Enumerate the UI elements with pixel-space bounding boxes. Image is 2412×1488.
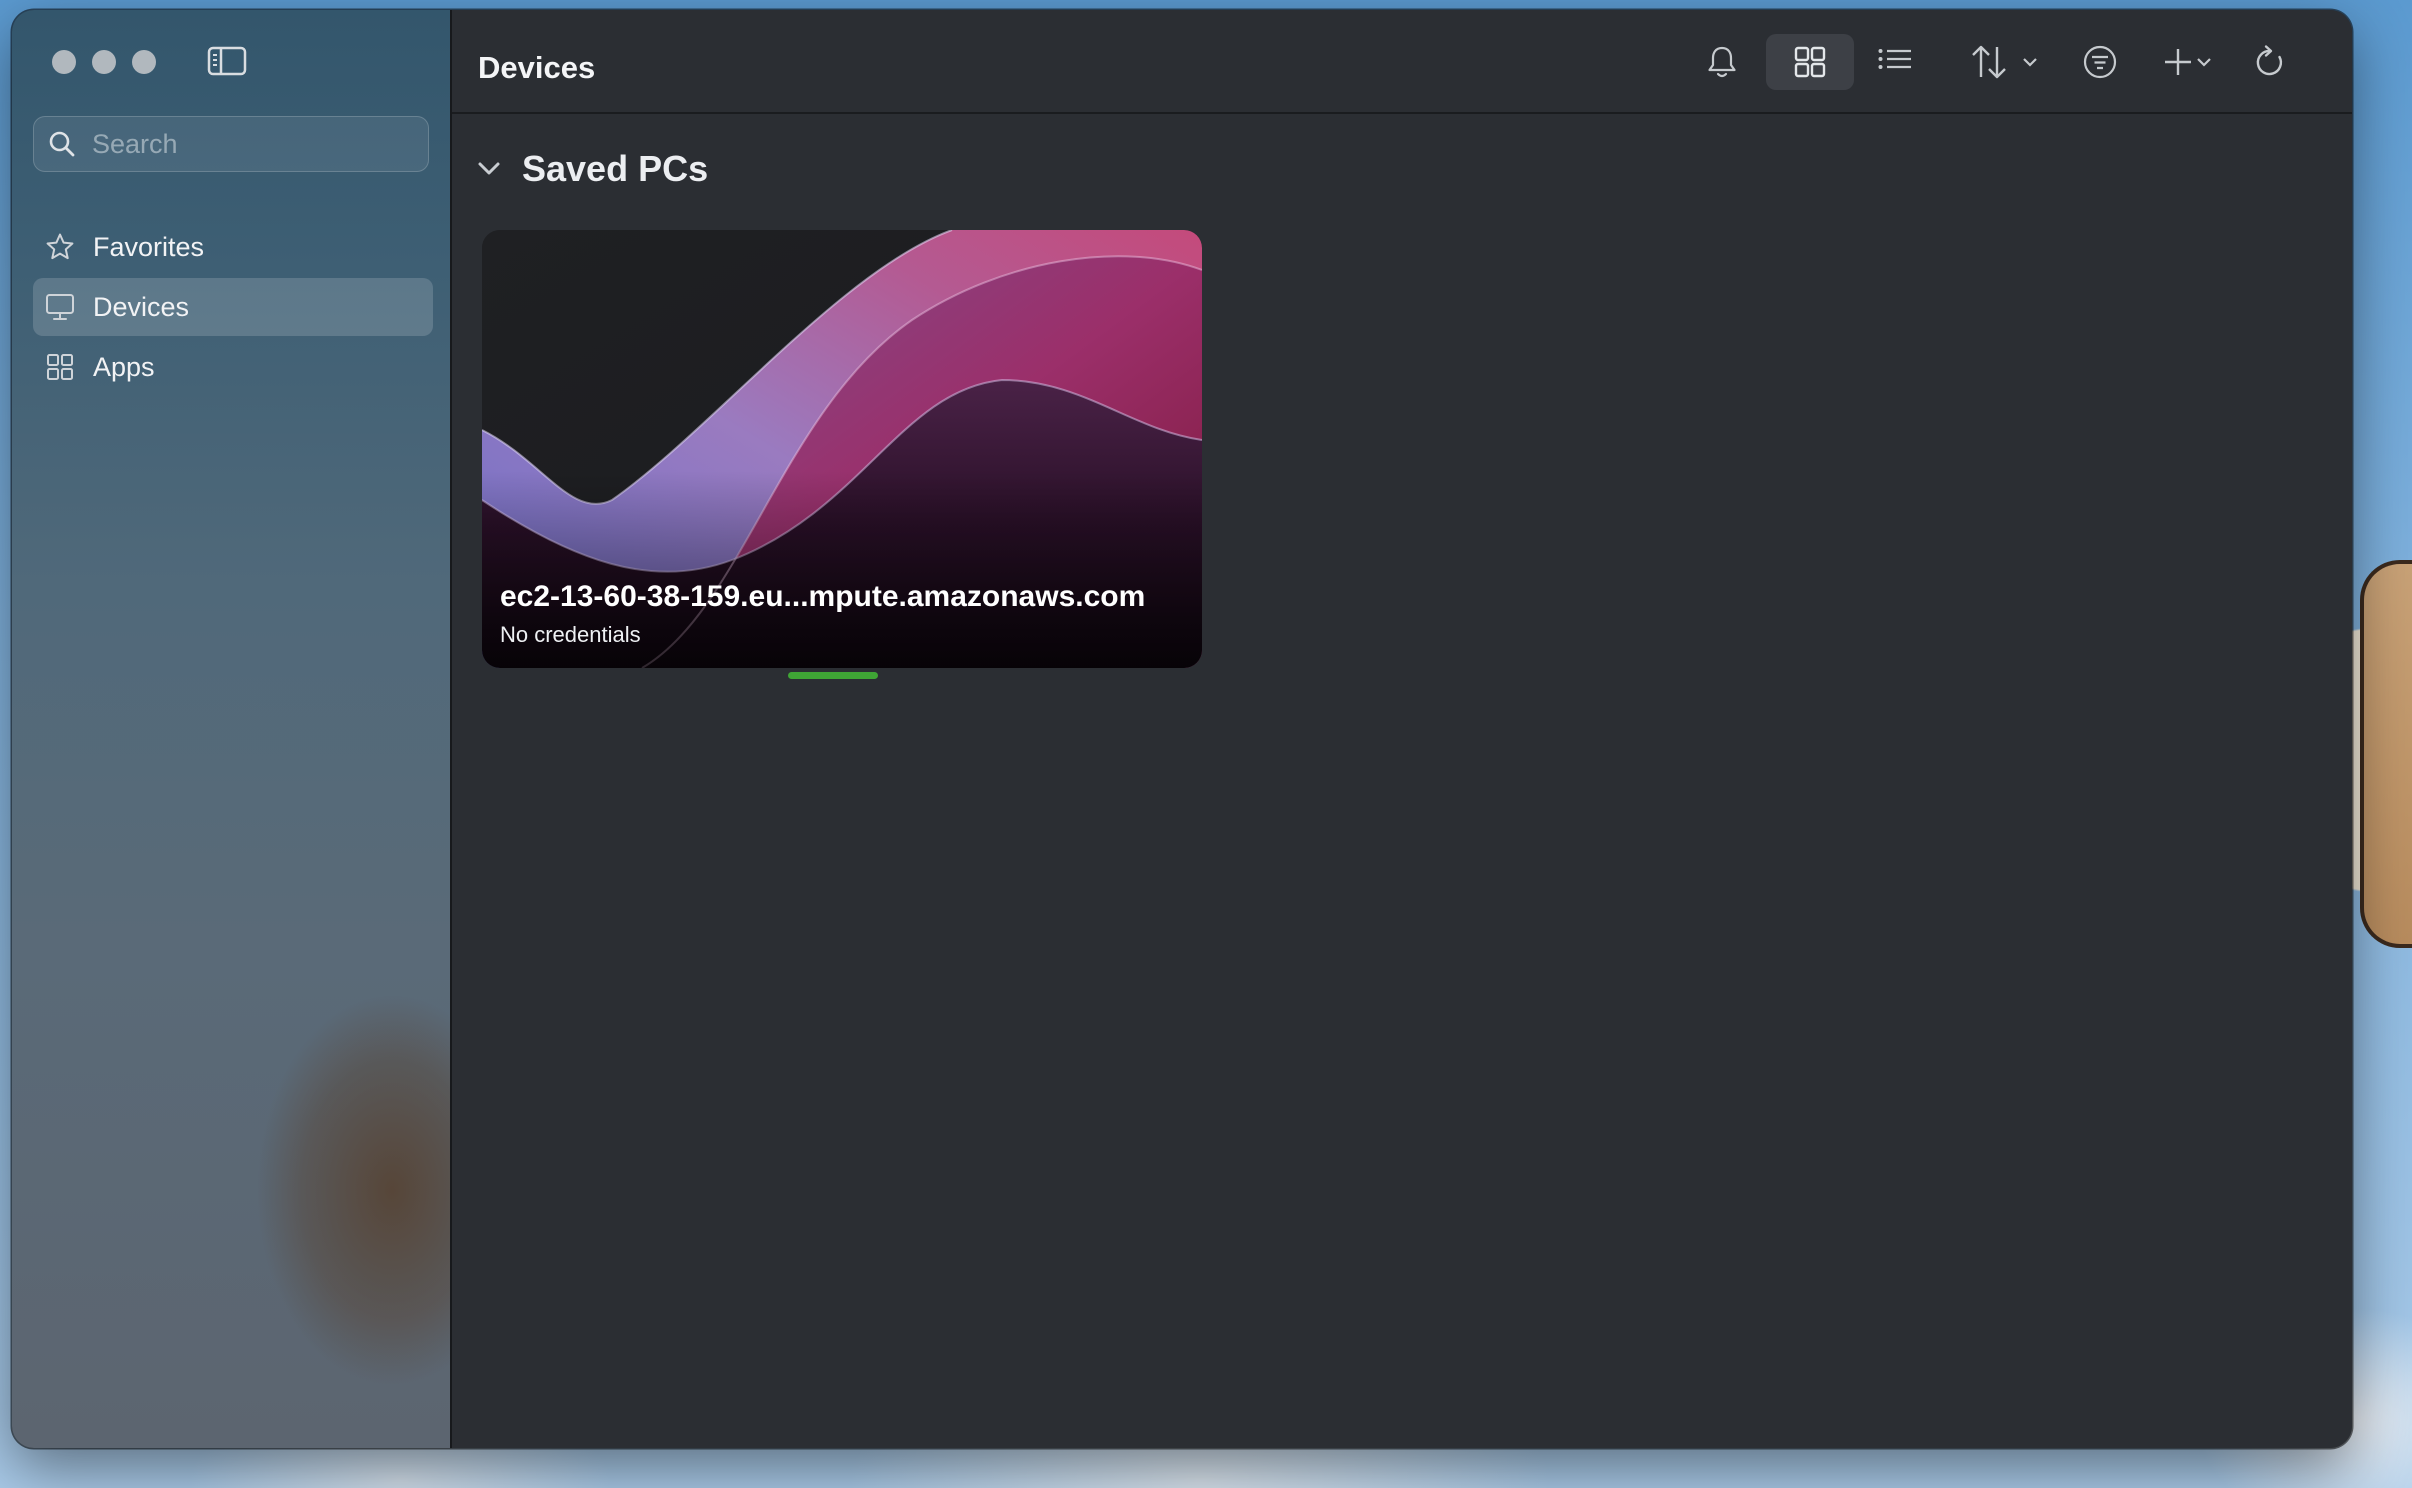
toolbar: Devices xyxy=(452,10,2352,114)
window-controls xyxy=(52,50,156,74)
search-field[interactable] xyxy=(33,116,429,172)
sidebar-item-favorites[interactable]: Favorites xyxy=(33,218,433,276)
search-input[interactable] xyxy=(90,127,414,161)
grid-view-icon xyxy=(1794,46,1826,78)
add-menu-button[interactable] xyxy=(2148,34,2226,90)
section-title: Saved PCs xyxy=(522,148,709,189)
sidebar-nav: Favorites Devices Apps xyxy=(33,218,433,398)
filter-icon xyxy=(2083,45,2117,79)
chevron-down-icon xyxy=(478,162,500,175)
app-window: Favorites Devices Apps xyxy=(12,10,2352,1448)
sidebar-item-label: Devices xyxy=(93,291,190,322)
wallpaper-figure xyxy=(2360,560,2412,948)
device-status: No credentials xyxy=(500,622,641,647)
page-title: Devices xyxy=(478,50,596,85)
bell-icon xyxy=(1708,46,1736,78)
apps-grid-icon xyxy=(47,354,73,380)
chevron-down-icon xyxy=(2197,58,2211,67)
sidebar-item-label: Favorites xyxy=(93,231,205,262)
list-view-button[interactable] xyxy=(1860,34,1930,90)
sidebar-toggle-button[interactable] xyxy=(207,46,247,76)
device-name: ec2-13-60-38-159.eu...mpute.amazonaws.co… xyxy=(500,580,1146,613)
sidebar-item-apps[interactable]: Apps xyxy=(33,338,433,396)
sidebar: Favorites Devices Apps xyxy=(12,10,452,1448)
main-content: Devices Saved PCs ec2-13-60-38-159.eu...… xyxy=(452,10,2352,1448)
minimize-window-button[interactable] xyxy=(92,50,116,74)
sort-menu-button[interactable] xyxy=(1960,34,2050,90)
sidebar-toggle-icon xyxy=(207,46,247,76)
sidebar-item-label: Apps xyxy=(93,351,155,382)
add-icon xyxy=(2165,49,2191,75)
star-icon xyxy=(46,233,74,260)
chevron-down-icon xyxy=(2023,58,2037,67)
list-view-icon xyxy=(1878,49,1911,69)
monitor-icon xyxy=(46,294,74,320)
refresh-button[interactable] xyxy=(2242,34,2298,90)
refresh-icon xyxy=(2256,45,2283,76)
sort-icon xyxy=(1972,45,2006,79)
device-card[interactable]: ec2-13-60-38-159.eu...mpute.amazonaws.co… xyxy=(482,230,1202,668)
sidebar-item-devices[interactable]: Devices xyxy=(33,278,433,336)
close-window-button[interactable] xyxy=(52,50,76,74)
grid-view-button[interactable] xyxy=(1766,34,1854,90)
search-icon xyxy=(49,131,75,157)
filter-button[interactable] xyxy=(2072,34,2128,90)
saved-pcs-section-header[interactable]: Saved PCs xyxy=(476,148,708,190)
zoom-window-button[interactable] xyxy=(132,50,156,74)
connection-status-indicator xyxy=(788,672,878,679)
notifications-button[interactable] xyxy=(1698,34,1746,90)
